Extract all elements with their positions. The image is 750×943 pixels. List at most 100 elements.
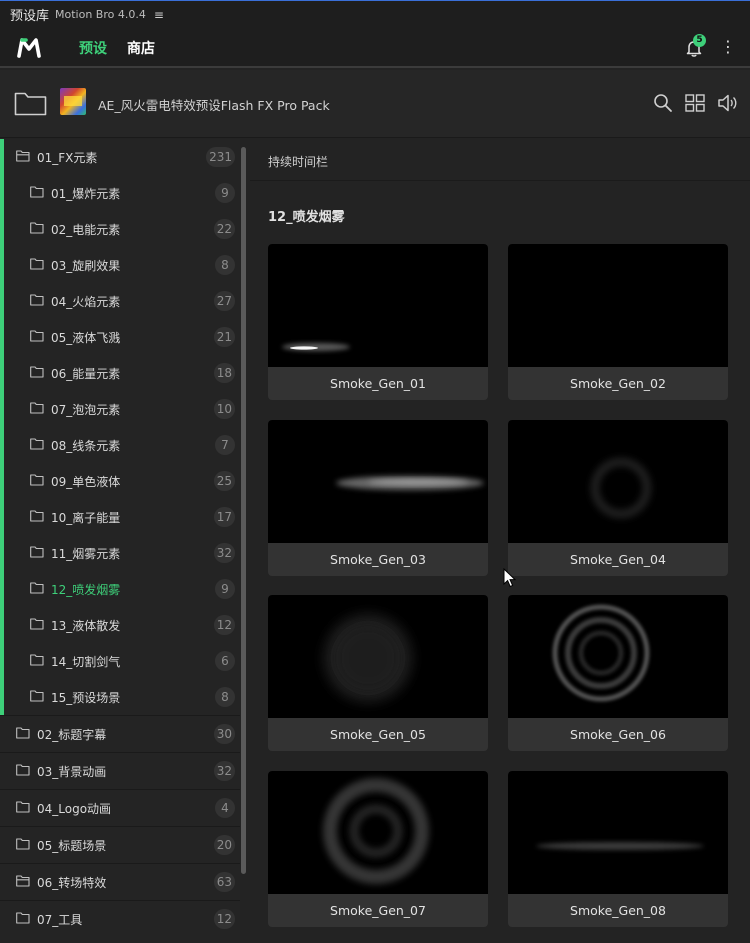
sidebar-item-electric[interactable]: 02_电能元素 22 bbox=[0, 211, 240, 247]
folder-icon bbox=[30, 690, 44, 702]
sidebar-group-transitions[interactable]: 06_转场特效 63 bbox=[0, 863, 240, 900]
sidebar-item-mono-liquid[interactable]: 09_单色液体 25 bbox=[0, 463, 240, 499]
sidebar-scrollbar[interactable] bbox=[241, 147, 246, 874]
item-count-badge: 4 bbox=[215, 798, 235, 818]
folder-icon bbox=[30, 546, 44, 558]
preset-name: Smoke_Gen_05 bbox=[330, 727, 426, 742]
item-count-badge: 27 bbox=[213, 291, 235, 311]
preset-name: Smoke_Gen_01 bbox=[330, 376, 426, 391]
app-version: Motion Bro 4.0.4 bbox=[55, 8, 146, 21]
sidebar-group-title-scenes[interactable]: 05_标题场景 20 bbox=[0, 826, 240, 863]
folder-icon bbox=[30, 186, 44, 198]
panel-title-bar: 预设库 Motion Bro 4.0.4 ≡ bbox=[0, 0, 750, 28]
sidebar-item-swirl[interactable]: 03_旋刷效果 8 bbox=[0, 247, 240, 283]
sidebar-item-energy[interactable]: 06_能量元素 18 bbox=[0, 355, 240, 391]
sidebar-item-ion-energy[interactable]: 10_离子能量 17 bbox=[0, 499, 240, 535]
preset-card[interactable]: Smoke_Gen_02 bbox=[508, 244, 728, 400]
preset-card[interactable]: Smoke_Gen_07 bbox=[268, 771, 488, 927]
folder-icon bbox=[30, 618, 44, 630]
duration-bar-label: 持续时间栏 bbox=[268, 155, 329, 169]
more-options-icon[interactable]: ⋮ bbox=[720, 36, 736, 58]
motion-bro-logo[interactable] bbox=[17, 37, 41, 59]
tab-presets[interactable]: 预设 bbox=[79, 38, 107, 58]
sidebar-item-label: 07_工具 bbox=[37, 913, 83, 927]
sidebar-group-backgrounds[interactable]: 03_背景动画 32 bbox=[0, 752, 240, 789]
preset-name: Smoke_Gen_08 bbox=[570, 903, 666, 918]
sidebar-item-label: 04_火焰元素 bbox=[51, 295, 121, 309]
item-count-badge: 8 bbox=[215, 255, 235, 275]
tab-store[interactable]: 商店 bbox=[127, 38, 155, 58]
sidebar-item-lines[interactable]: 08_线条元素 7 bbox=[0, 427, 240, 463]
sidebar-item-label: 14_切割剑气 bbox=[51, 655, 121, 669]
folder-open-icon bbox=[16, 150, 30, 162]
sidebar-item-label: 15_预设场景 bbox=[51, 691, 121, 705]
sidebar-item-bubbles[interactable]: 07_泡泡元素 10 bbox=[0, 391, 240, 427]
folder-icon bbox=[30, 582, 44, 594]
sidebar-item-label: 11_烟雾元素 bbox=[51, 547, 121, 561]
sidebar-item-sword-slash[interactable]: 14_切割剑气 6 bbox=[0, 643, 240, 679]
item-count-badge: 12 bbox=[213, 615, 235, 635]
item-count-badge: 20 bbox=[213, 835, 235, 855]
sidebar-item-fire[interactable]: 04_火焰元素 27 bbox=[0, 283, 240, 319]
item-count-badge: 231 bbox=[206, 147, 235, 167]
search-icon[interactable] bbox=[652, 92, 674, 114]
sidebar-item-label: 10_离子能量 bbox=[51, 511, 121, 525]
sidebar-item-smoke-burst[interactable]: 12_喷发烟雾 9 bbox=[0, 571, 240, 607]
folder-icon bbox=[30, 258, 44, 270]
folder-icon bbox=[30, 474, 44, 486]
preset-card[interactable]: Smoke_Gen_01 bbox=[268, 244, 488, 400]
preset-name: Smoke_Gen_02 bbox=[570, 376, 666, 391]
preset-name: Smoke_Gen_07 bbox=[330, 903, 426, 918]
preset-preview bbox=[268, 771, 488, 894]
panel-name: 预设库 bbox=[10, 9, 50, 24]
pack-header: AE_风火雷电特效预设Flash FX Pro Pack bbox=[0, 70, 750, 138]
section-title: 12_喷发烟雾 bbox=[268, 210, 345, 225]
sidebar-item-explosion[interactable]: 01_爆炸元素 9 bbox=[0, 175, 240, 211]
folder-icon bbox=[30, 366, 44, 378]
sidebar-item-label: 06_转场特效 bbox=[37, 876, 107, 890]
sidebar-group-tools[interactable]: 07_工具 12 bbox=[0, 900, 240, 937]
mouse-cursor-icon bbox=[503, 568, 517, 588]
sidebar-item-label: 02_标题字幕 bbox=[37, 728, 107, 742]
preset-preview bbox=[268, 595, 488, 718]
sidebar-item-smoke[interactable]: 11_烟雾元素 32 bbox=[0, 535, 240, 571]
sidebar-item-liquid-splash[interactable]: 05_液体飞溅 21 bbox=[0, 319, 240, 355]
top-nav: 预设 商店 5 ⋮ bbox=[0, 28, 750, 68]
preset-card[interactable]: Smoke_Gen_05 bbox=[268, 595, 488, 751]
sidebar-item-label: 09_单色液体 bbox=[51, 475, 121, 489]
folder-icon bbox=[16, 801, 30, 813]
folder-icon bbox=[30, 294, 44, 306]
panel-menu-icon[interactable]: ≡ bbox=[154, 9, 164, 21]
folder-icon bbox=[16, 838, 30, 850]
item-count-badge: 22 bbox=[213, 219, 235, 239]
pack-title: AE_风火雷电特效预设Flash FX Pro Pack bbox=[98, 98, 330, 113]
item-count-badge: 32 bbox=[213, 761, 235, 781]
grid-view-icon[interactable] bbox=[684, 92, 706, 114]
item-count-badge: 12 bbox=[213, 909, 235, 929]
item-count-badge: 6 bbox=[215, 651, 235, 671]
sidebar-item-preset-scenes[interactable]: 15_预设场景 8 bbox=[0, 679, 240, 715]
sidebar-item-label: 03_背景动画 bbox=[37, 765, 107, 779]
pack-thumbnail[interactable] bbox=[60, 88, 86, 115]
item-count-badge: 10 bbox=[213, 399, 235, 419]
category-sidebar: 01_FX元素 231 01_爆炸元素 9 02_电能元素 22 03_旋刷效果… bbox=[0, 139, 240, 943]
folder-icon[interactable] bbox=[14, 90, 47, 116]
preset-card[interactable]: Smoke_Gen_08 bbox=[508, 771, 728, 927]
preset-card[interactable]: Smoke_Gen_04 bbox=[508, 420, 728, 576]
item-count-badge: 25 bbox=[213, 471, 235, 491]
sidebar-group-titles[interactable]: 02_标题字幕 30 bbox=[0, 715, 240, 752]
item-count-badge: 32 bbox=[213, 543, 235, 563]
sidebar-item-label: 07_泡泡元素 bbox=[51, 403, 121, 417]
preset-card[interactable]: Smoke_Gen_03 bbox=[268, 420, 488, 576]
sidebar-group-fx[interactable]: 01_FX元素 231 bbox=[0, 139, 240, 175]
preset-name: Smoke_Gen_06 bbox=[570, 727, 666, 742]
duration-bar[interactable]: 持续时间栏 bbox=[250, 139, 750, 181]
speaker-icon[interactable] bbox=[717, 92, 739, 114]
sidebar-item-label: 04_Logo动画 bbox=[37, 802, 112, 816]
sidebar-item-label: 05_液体飞溅 bbox=[51, 331, 121, 345]
sidebar-item-liquid-spread[interactable]: 13_液体散发 12 bbox=[0, 607, 240, 643]
preset-card[interactable]: Smoke_Gen_06 bbox=[508, 595, 728, 751]
folder-icon bbox=[30, 438, 44, 450]
sidebar-item-label: 01_FX元素 bbox=[37, 151, 98, 165]
sidebar-group-logo[interactable]: 04_Logo动画 4 bbox=[0, 789, 240, 826]
